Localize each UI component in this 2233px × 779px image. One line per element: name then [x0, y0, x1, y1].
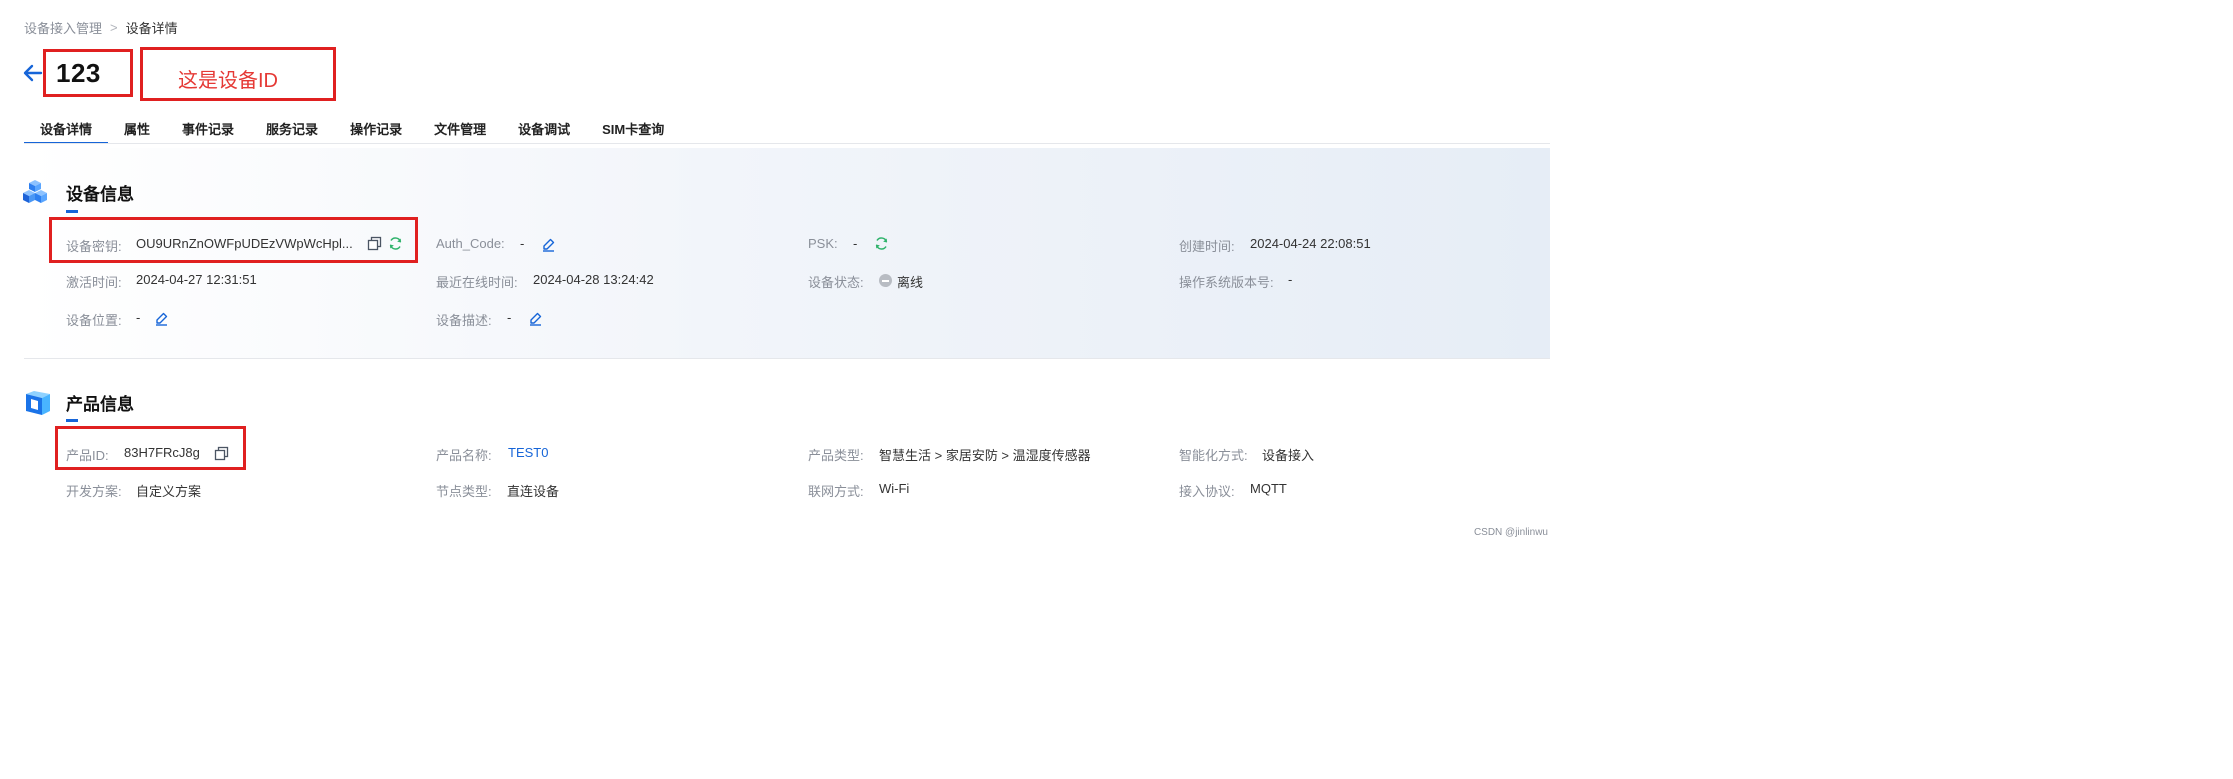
device-status-label: 设备状态:	[808, 275, 864, 290]
created-time-label: 创建时间:	[1179, 239, 1235, 254]
refresh-icon[interactable]	[874, 236, 889, 251]
device-location-label: 设备位置:	[66, 313, 122, 328]
section-divider	[24, 358, 1550, 359]
refresh-icon[interactable]	[388, 236, 403, 251]
device-secret-value: OU9URnZnOWFpUDEzVWpWcHpl...	[136, 236, 353, 251]
auth-code-value: -	[520, 236, 525, 251]
breadcrumb-separator: >	[110, 20, 118, 35]
node-type-label: 节点类型:	[436, 484, 492, 499]
copy-icon[interactable]	[367, 236, 382, 251]
copy-icon[interactable]	[214, 446, 229, 461]
psk-value: -	[853, 236, 858, 251]
device-description-value: -	[507, 310, 512, 325]
tab-device-debug[interactable]: 设备调试	[502, 112, 586, 144]
page-title: 123	[56, 58, 101, 88]
product-name-label: 产品名称:	[436, 448, 492, 463]
last-online-value: 2024-04-28 13:24:42	[533, 272, 654, 287]
node-type-value: 直连设备	[507, 484, 560, 499]
activated-time-value: 2024-04-27 12:31:51	[136, 272, 257, 287]
product-id-value: 83H7FRcJ8g	[124, 445, 200, 460]
activated-time-label: 激活时间:	[66, 275, 122, 290]
tab-file-management[interactable]: 文件管理	[418, 112, 502, 144]
tab-event-records[interactable]: 事件记录	[166, 112, 250, 144]
device-status-value: 离线	[897, 275, 924, 290]
access-protocol-label: 接入协议:	[1179, 484, 1235, 499]
device-location-value: -	[136, 310, 141, 325]
product-info-title-underline	[66, 419, 78, 422]
smart-method-value: 设备接入	[1262, 448, 1315, 463]
last-online-label: 最近在线时间:	[436, 275, 518, 290]
tab-device-detail[interactable]: 设备详情	[24, 112, 109, 144]
device-info-title: 设备信息	[66, 185, 134, 204]
device-description-label: 设备描述:	[436, 313, 492, 328]
annotation-note: 这是设备ID	[178, 70, 278, 92]
psk-label: PSK:	[808, 236, 838, 251]
breadcrumb: 设备接入管理 > 设备详情	[24, 18, 178, 37]
dev-scheme-value: 自定义方案	[136, 484, 202, 499]
smart-method-label: 智能化方式:	[1179, 448, 1248, 463]
back-arrow-icon[interactable]	[22, 62, 44, 84]
device-cubes-icon	[23, 180, 47, 203]
tab-bar: 设备详情 属性 事件记录 服务记录 操作记录 文件管理 设备调试 SIM卡查询	[24, 112, 680, 144]
breadcrumb-current: 设备详情	[125, 21, 178, 36]
os-version-label: 操作系统版本号:	[1179, 275, 1274, 290]
product-name-link[interactable]: TEST0	[508, 445, 548, 460]
device-secret-label: 设备密钥:	[66, 239, 122, 254]
breadcrumb-parent[interactable]: 设备接入管理	[24, 18, 102, 37]
offline-dot-icon	[879, 274, 892, 287]
product-info-title: 产品信息	[66, 395, 134, 414]
created-time-value: 2024-04-24 22:08:51	[1250, 236, 1371, 251]
product-id-label: 产品ID:	[66, 448, 109, 463]
edit-icon[interactable]	[528, 311, 543, 326]
tab-divider	[24, 143, 1550, 144]
access-protocol-value: MQTT	[1250, 481, 1287, 496]
tab-properties[interactable]: 属性	[108, 112, 166, 144]
device-info-title-underline	[66, 210, 78, 213]
tab-operation-records[interactable]: 操作记录	[334, 112, 418, 144]
tab-sim-query[interactable]: SIM卡查询	[586, 112, 680, 144]
auth-code-label: Auth_Code:	[436, 236, 505, 251]
dev-scheme-label: 开发方案:	[66, 484, 122, 499]
product-type-value: 智慧生活 > 家居安防 > 温湿度传感器	[879, 448, 1091, 463]
watermark: CSDN @jinlinwu	[1473, 527, 1548, 538]
os-version-value: -	[1288, 272, 1293, 287]
product-box-icon	[26, 391, 50, 415]
tab-service-records[interactable]: 服务记录	[250, 112, 334, 144]
network-method-label: 联网方式:	[808, 484, 864, 499]
network-method-value: Wi-Fi	[879, 481, 910, 496]
edit-icon[interactable]	[154, 311, 169, 326]
product-type-label: 产品类型:	[808, 448, 864, 463]
edit-icon[interactable]	[541, 237, 556, 252]
